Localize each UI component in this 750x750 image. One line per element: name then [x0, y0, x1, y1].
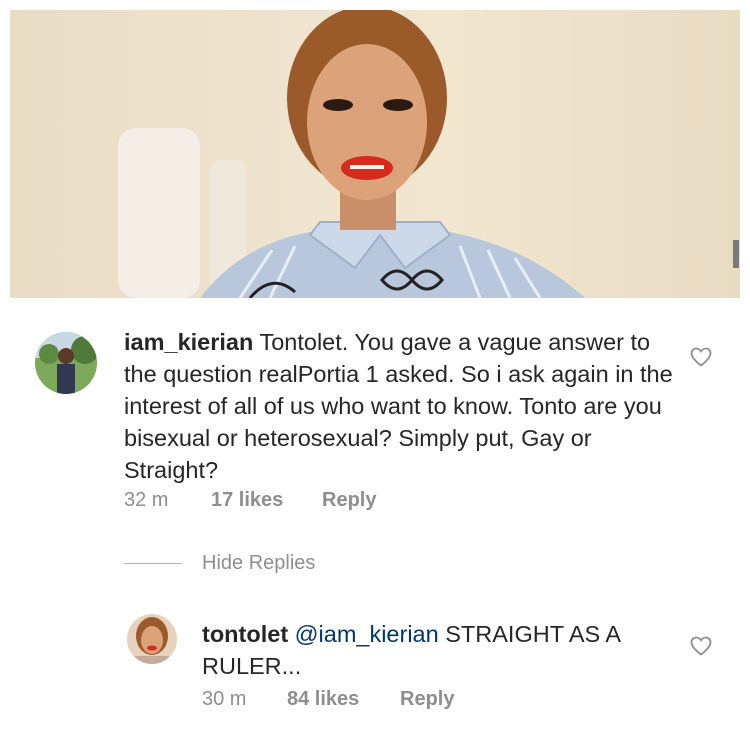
reply-meta: 30 m 84 likes Reply [202, 688, 602, 714]
scroll-indicator [733, 240, 739, 268]
comment-meta: 32 m 17 likes Reply [124, 489, 524, 515]
reply-body: tontolet @iam_kierian STRAIGHT AS A RULE… [202, 618, 672, 682]
reply-username[interactable]: tontolet [202, 621, 288, 647]
avatar-photo-icon [35, 332, 97, 394]
comment-reply-button[interactable]: Reply [322, 489, 376, 512]
avatar-photo-icon [127, 614, 177, 664]
reply-reply-button[interactable]: Reply [400, 688, 454, 711]
commenter-avatar[interactable] [35, 332, 97, 394]
comment-body: iam_kierian Tontolet. You gave a vague a… [124, 326, 674, 486]
reply-likes[interactable]: 84 likes [287, 688, 359, 711]
comment-username[interactable]: iam_kierian [124, 329, 253, 355]
hide-replies-button[interactable]: Hide Replies [202, 552, 315, 575]
reply-time: 30 m [202, 688, 247, 710]
hide-replies-divider [124, 563, 182, 564]
reply-avatar[interactable] [127, 614, 177, 664]
post-photo [10, 10, 740, 298]
portrait-image [118, 10, 585, 298]
reply-mention-link[interactable]: @iam_kierian [295, 621, 439, 647]
reply-like-heart-icon[interactable] [689, 634, 713, 658]
comment-time: 32 m [124, 489, 169, 511]
comment-like-heart-icon[interactable] [689, 345, 713, 369]
comment-likes[interactable]: 17 likes [211, 489, 283, 512]
